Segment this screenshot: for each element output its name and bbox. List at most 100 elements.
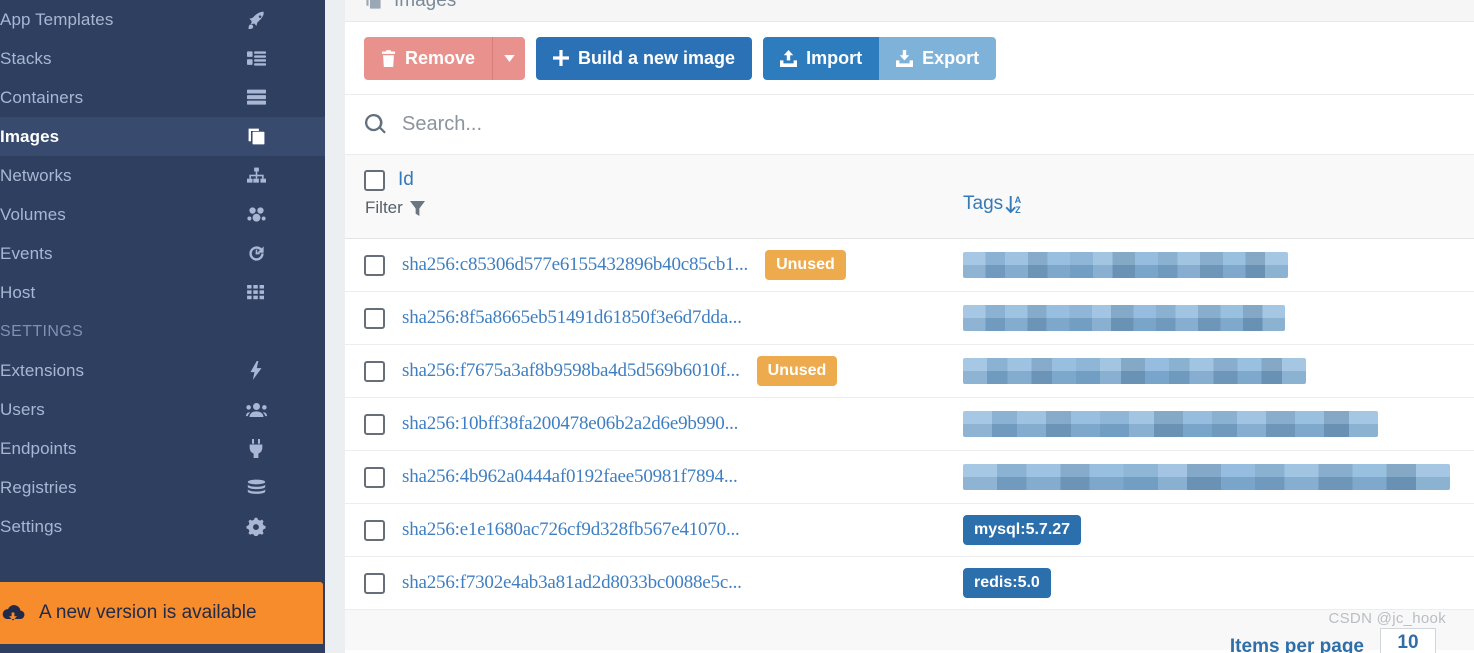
select-all-checkbox[interactable] [364, 169, 385, 191]
card-title-strip: Images [345, 0, 1474, 22]
sidebar-item-networks[interactable]: Networks [0, 156, 325, 195]
funnel-icon[interactable] [409, 200, 425, 216]
row-checkbox[interactable] [364, 519, 385, 541]
page-title: Images [365, 0, 456, 12]
cell-tags: mysql:5.7.27 [945, 515, 1474, 545]
volumes-icon [245, 206, 267, 223]
sidebar-item-app-templates[interactable]: App Templates [0, 0, 325, 39]
stacks-icon [245, 50, 267, 67]
sidebar-item-settings[interactable]: Settings [0, 507, 325, 546]
table-row[interactable]: sha256:f7302e4ab3a81ad2d8033bc0088e5c...… [345, 557, 1474, 610]
caret-down-icon [503, 54, 515, 62]
export-button[interactable]: Export [879, 36, 997, 80]
table-header: Id Filter Tags AZ [345, 155, 1474, 239]
search-icon [365, 114, 386, 135]
table-body: sha256:c85306d577e6155432896b40c85cb1...… [345, 239, 1474, 610]
column-header-id[interactable]: Id [398, 169, 414, 191]
cell-tags [945, 358, 1474, 384]
sidebar-item-containers[interactable]: Containers [0, 78, 325, 117]
cell-id: sha256:8f5a8665eb51491d61850f3e6d7dda... [345, 307, 945, 329]
tag-badge-redacted [963, 411, 1378, 437]
users-icon [245, 402, 267, 418]
unused-badge: Unused [756, 356, 838, 386]
image-id-link[interactable]: sha256:8f5a8665eb51491d61850f3e6d7dda... [402, 307, 742, 329]
sidebar-item-label: Networks [0, 165, 72, 185]
sidebar-item-label: Users [0, 399, 45, 419]
images-table: Id Filter Tags AZ sha256:c85306d577e6155… [345, 155, 1474, 653]
gears-icon [245, 517, 267, 536]
search-input[interactable] [402, 113, 1002, 136]
tag-badge: redis:5.0 [963, 568, 1051, 598]
table-row[interactable]: sha256:e1e1680ac726cf9d328fb567e41070...… [345, 504, 1474, 557]
image-id-link[interactable]: sha256:4b962a0444af0192faee50981f7894... [402, 466, 738, 488]
import-export-group: Import Export [763, 36, 997, 80]
sidebar-item-label: Endpoints [0, 438, 77, 458]
table-row[interactable]: sha256:10bff38fa200478e06b2a2d6e9b990... [345, 398, 1474, 451]
sidebar-item-users[interactable]: Users [0, 390, 325, 429]
row-checkbox[interactable] [364, 254, 385, 276]
update-available-banner[interactable]: A new version is available [0, 582, 323, 644]
cell-tags [945, 252, 1474, 278]
update-banner-label: A new version is available [39, 602, 257, 623]
tag-badge-redacted [963, 358, 1306, 384]
row-checkbox[interactable] [364, 572, 385, 594]
portainer-images-page: App Templates Stacks Containers Images N… [0, 0, 1474, 653]
image-id-link[interactable]: sha256:f7302e4ab3a81ad2d8033bc0088e5c... [402, 572, 742, 594]
row-checkbox[interactable] [364, 360, 385, 382]
cell-tags: redis:5.0 [945, 568, 1474, 598]
table-row[interactable]: sha256:4b962a0444af0192faee50981f7894... [345, 451, 1474, 504]
remove-button-group: Remove [364, 36, 526, 80]
sidebar-item-label: Extensions [0, 360, 85, 380]
sidebar-item-label: Containers [0, 87, 84, 107]
bolt-icon [245, 361, 267, 380]
items-per-page-select[interactable]: 10 [1380, 628, 1436, 653]
table-header-tags[interactable]: Tags AZ [945, 169, 1024, 215]
sidebar: App Templates Stacks Containers Images N… [0, 0, 325, 653]
tag-badge-redacted [963, 464, 1450, 490]
sidebar-item-label: Volumes [0, 204, 66, 224]
sidebar-item-label: Events [0, 243, 53, 263]
sidebar-item-extensions[interactable]: Extensions [0, 351, 325, 390]
sidebar-item-images[interactable]: Images [0, 117, 325, 156]
remove-dropdown-toggle[interactable] [492, 36, 526, 80]
sidebar-item-registries[interactable]: Registries [0, 468, 325, 507]
table-header-id: Id Filter [345, 169, 945, 218]
sidebar-section-settings: SETTINGS [0, 312, 325, 351]
table-row[interactable]: sha256:c85306d577e6155432896b40c85cb1...… [345, 239, 1474, 292]
database-icon [245, 479, 267, 496]
sidebar-item-endpoints[interactable]: Endpoints [0, 429, 325, 468]
build-new-image-button[interactable]: Build a new image [536, 36, 753, 80]
table-row[interactable]: sha256:f7675a3af8b9598ba4d5d569b6010f...… [345, 345, 1474, 398]
cell-id: sha256:f7675a3af8b9598ba4d5d569b6010f...… [345, 356, 945, 386]
table-row[interactable]: sha256:8f5a8665eb51491d61850f3e6d7dda... [345, 292, 1474, 345]
sidebar-item-stacks[interactable]: Stacks [0, 39, 325, 78]
image-id-link[interactable]: sha256:10bff38fa200478e06b2a2d6e9b990... [402, 413, 738, 435]
sidebar-item-label: App Templates [0, 9, 114, 29]
table-footer: Items per page 10 [345, 610, 1474, 653]
unused-badge: Unused [765, 250, 846, 280]
sidebar-item-volumes[interactable]: Volumes [0, 195, 325, 234]
image-id-link[interactable]: sha256:f7675a3af8b9598ba4d5d569b6010f... [402, 360, 740, 382]
row-checkbox[interactable] [364, 413, 385, 435]
export-button-label: Export [922, 47, 980, 68]
filter-label[interactable]: Filter [365, 198, 403, 218]
remove-button[interactable]: Remove [364, 36, 493, 80]
sidebar-item-host[interactable]: Host [0, 273, 325, 312]
trash-icon [381, 49, 396, 67]
cloud-download-icon [0, 603, 26, 623]
remove-button-label: Remove [405, 47, 476, 68]
rocket-icon [245, 10, 267, 29]
sidebar-item-events[interactable]: Events [0, 234, 325, 273]
search-bar [345, 95, 1474, 155]
sidebar-footer-strip [0, 644, 325, 653]
image-id-link[interactable]: sha256:e1e1680ac726cf9d328fb567e41070... [402, 519, 740, 541]
image-id-link[interactable]: sha256:c85306d577e6155432896b40c85cb1... [402, 254, 748, 276]
import-button[interactable]: Import [763, 36, 880, 80]
row-checkbox[interactable] [364, 307, 385, 329]
sidebar-nav-list: App Templates Stacks Containers Images N… [0, 0, 325, 546]
row-checkbox[interactable] [364, 466, 385, 488]
images-icon [365, 0, 382, 10]
cell-id: sha256:4b962a0444af0192faee50981f7894... [345, 466, 945, 488]
grid-icon [245, 284, 267, 301]
